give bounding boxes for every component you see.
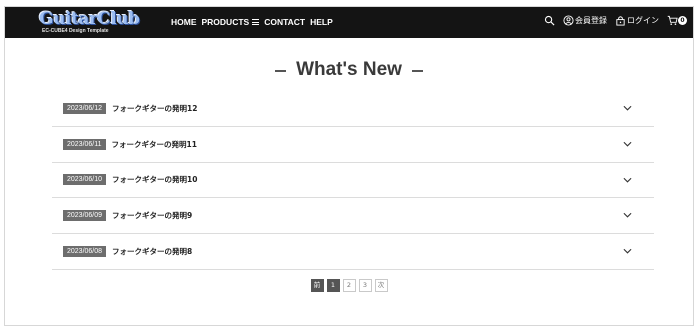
news-title: フォークギターの発明12	[112, 103, 198, 113]
register-button[interactable]: 会員登録	[563, 15, 607, 26]
search-icon	[544, 15, 555, 26]
page-title: What's New	[296, 59, 402, 80]
news-date-badge: 2023/06/08	[63, 246, 107, 258]
news-date-badge: 2023/06/09	[63, 210, 107, 222]
chevron-down-icon[interactable]	[623, 248, 632, 254]
news-list: 2023/06/12 フォークギターの発明12 2023/06/11 フォークギ…	[52, 91, 654, 270]
header-actions: 会員登録 ログイン 0	[544, 15, 687, 26]
news-title: フォークギターの発明9	[112, 211, 193, 221]
news-date-badge: 2023/06/11	[63, 138, 106, 150]
menu-icon	[252, 19, 260, 25]
heading-dash-right	[411, 70, 423, 72]
pagination: 前 1 2 3 次	[5, 279, 693, 292]
pagination-prev[interactable]: 前	[310, 279, 324, 292]
news-item[interactable]: 2023/06/11 フォークギターの発明11	[52, 127, 654, 163]
page-frame: GuitarClub EC-CUBE4 Design Template HOME…	[4, 6, 694, 326]
nav-contact-label: CONTACT	[264, 17, 306, 27]
nav-products-label: PRODUCTS	[201, 17, 250, 27]
heading-dash-left	[275, 70, 287, 72]
nav-home-label: HOME	[171, 17, 197, 27]
site-header: GuitarClub EC-CUBE4 Design Template HOME…	[5, 7, 693, 38]
nav-help[interactable]: HELP	[310, 17, 333, 27]
login-label: ログイン	[627, 16, 659, 25]
news-date-badge: 2023/06/12	[63, 102, 107, 114]
logo-text: GuitarClub	[39, 9, 140, 29]
nav-home[interactable]: HOME	[171, 17, 197, 27]
news-title: フォークギターの発明8	[112, 247, 193, 257]
pagination-page-1[interactable]: 1	[326, 279, 340, 292]
logo-subtitle: EC-CUBE4 Design Template	[42, 28, 109, 34]
chevron-down-icon[interactable]	[623, 141, 632, 147]
nav-help-label: HELP	[310, 17, 333, 27]
lock-icon	[616, 16, 625, 26]
news-item[interactable]: 2023/06/09 フォークギターの発明9	[52, 198, 654, 235]
login-button[interactable]: ログイン	[615, 15, 659, 26]
main-nav: HOME PRODUCTS CONTACT HELP	[171, 17, 333, 27]
chevron-down-icon[interactable]	[623, 177, 632, 183]
news-date-badge: 2023/06/10	[63, 174, 107, 186]
cart-count-badge: 0	[678, 16, 687, 25]
pagination-page-3[interactable]: 3	[358, 279, 372, 292]
news-title: フォークギターの発明11	[111, 139, 197, 149]
nav-contact[interactable]: CONTACT	[264, 17, 305, 27]
news-item[interactable]: 2023/06/12 フォークギターの発明12	[52, 91, 654, 127]
search-button[interactable]	[544, 15, 555, 26]
register-label: 会員登録	[575, 16, 607, 25]
pagination-next[interactable]: 次	[374, 279, 388, 292]
site-logo[interactable]: GuitarClub EC-CUBE4 Design Template	[39, 9, 140, 35]
nav-products[interactable]: PRODUCTS	[202, 17, 260, 27]
chevron-down-icon[interactable]	[623, 212, 632, 218]
section-heading: What's New	[5, 59, 693, 81]
news-item[interactable]: 2023/06/08 フォークギターの発明8	[52, 234, 654, 270]
cart-button[interactable]: 0	[667, 15, 687, 26]
news-title: フォークギターの発明10	[112, 175, 198, 185]
cart-icon	[667, 15, 678, 25]
user-icon	[563, 15, 574, 26]
pagination-page-2[interactable]: 2	[342, 279, 356, 292]
chevron-down-icon[interactable]	[623, 105, 632, 111]
news-item[interactable]: 2023/06/10 フォークギターの発明10	[52, 163, 654, 199]
